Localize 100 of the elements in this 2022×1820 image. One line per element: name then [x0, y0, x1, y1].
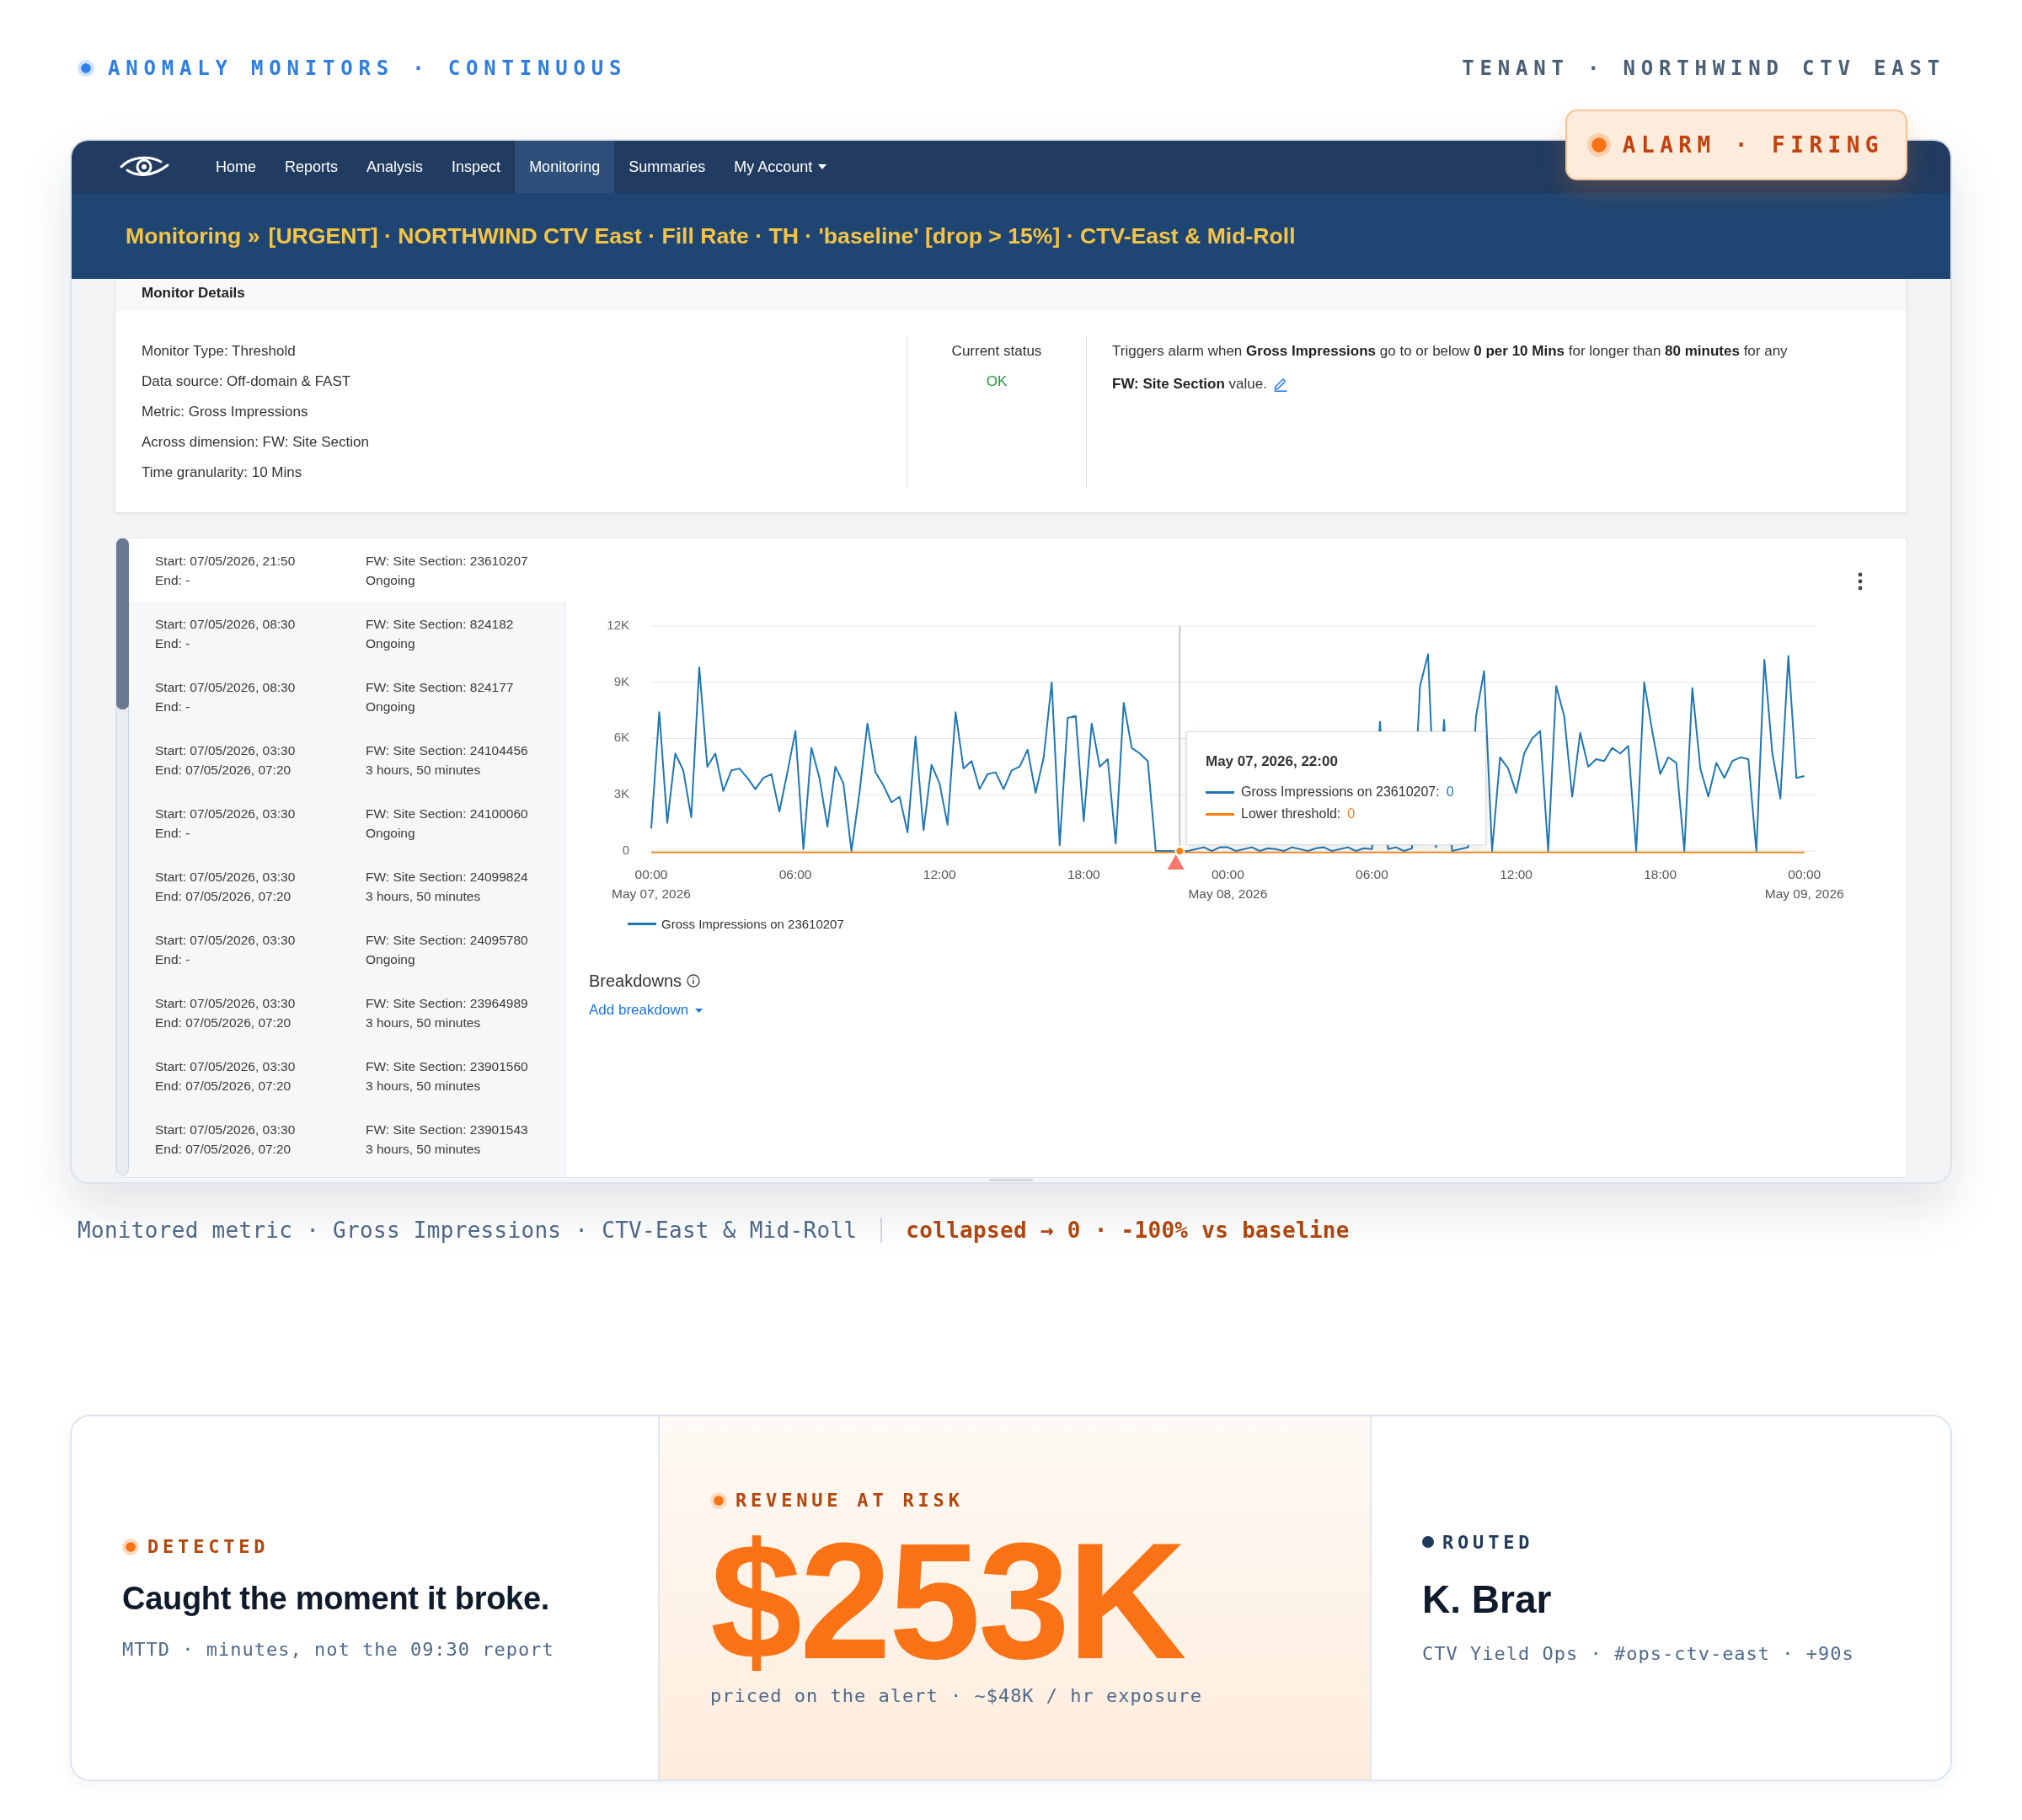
- incident-row[interactable]: Start: 07/05/2026, 03:30 End: - FW: Site Section: 24100060 Ongoing: [129, 791, 564, 854]
- property-text: Time granularity: 10 Mins: [142, 463, 302, 482]
- x-axis-label: 06:00: [1356, 867, 1388, 882]
- incident-row[interactable]: Start: 07/05/2026, 03:30 End: 07/05/2026, 07:20 FW: Site Section: 23901560 3 hours, 50 minutes: [129, 1044, 564, 1107]
- section-eyebrow: ANOMALY MONITORS · CONTINUOUS: [108, 56, 628, 80]
- incident-row[interactable]: Start: 07/05/2026, 08:30 End: - FW: Site Section: 824182 Ongoing: [129, 602, 564, 665]
- incident-duration: Ongoing: [366, 824, 415, 842]
- property-text: Monitor Type: Threshold: [142, 342, 296, 361]
- y-axis-label: 9K: [613, 673, 629, 688]
- nav-tab[interactable]: Analysis: [352, 141, 438, 193]
- incident-section: FW: Site Section: 824177: [366, 677, 514, 697]
- metric-caption: Monitored metric · Gross Impressions · CTV-East & Mid-Roll: [78, 1218, 858, 1243]
- nav-tab[interactable]: My Account: [719, 141, 842, 193]
- incident-end: End: 07/05/2026, 07:20: [155, 887, 292, 905]
- x-axis-date-label: May 09, 2026: [1764, 886, 1844, 902]
- x-axis-label: 06:00: [778, 867, 812, 882]
- incident-end: End: 07/05/2026, 07:20: [155, 1140, 292, 1158]
- x-axis-label: 18:00: [1644, 867, 1677, 882]
- headline: Caught the moment it broke.: [122, 1579, 550, 1618]
- incident-duration: Ongoing: [366, 634, 415, 652]
- x-axis-label: 18:00: [1067, 867, 1100, 882]
- x-axis-label: 12:00: [923, 867, 956, 882]
- incident-duration: Ongoing: [366, 571, 415, 589]
- property-text: Data source: Off-domain & FAST: [142, 372, 351, 391]
- x-axis-date-label: May 08, 2026: [1188, 886, 1268, 902]
- owner-name: K. Brar: [1422, 1576, 1552, 1622]
- incident-duration: Ongoing: [366, 698, 415, 715]
- status-label: Current status: [951, 342, 1042, 361]
- incident-section: FW: Site Section: 23901560: [366, 1056, 528, 1076]
- add-breakdown-button[interactable]: Add breakdown: [589, 1001, 703, 1020]
- y-axis-label: 0: [622, 842, 629, 857]
- incident-end: End: -: [155, 950, 190, 968]
- revenue-figure: $253K: [710, 1518, 1185, 1684]
- trigger-description: FW: Site Section value.: [1112, 376, 1267, 393]
- incident-start: Start: 07/05/2026, 03:30: [155, 1121, 296, 1138]
- incident-row[interactable]: Start: 07/05/2026, 03:30 End: 07/05/2026, 07:20 FW: Site Section: 24099824 3 hours, 50 minutes: [129, 854, 564, 918]
- scrollbar[interactable]: [116, 538, 129, 1175]
- incident-end: End: -: [155, 824, 190, 842]
- alarm-dot-icon: [1586, 133, 1611, 157]
- scrollbar-thumb[interactable]: [116, 538, 129, 709]
- incident-end: End: 07/05/2026, 07:20: [155, 1014, 292, 1031]
- tooltip-value: 0: [1347, 806, 1356, 822]
- incident-section: FW: Site Section: 23901543: [366, 1119, 528, 1139]
- incident-start: Start: 07/05/2026, 03:30: [155, 931, 296, 949]
- card-note: priced on the alert · ~$48K / hr exposure: [710, 1684, 1203, 1708]
- legend-label: Gross Impressions on 23610207: [661, 916, 844, 931]
- delta-caption: collapsed → 0 · -100% vs baseline: [906, 1218, 1350, 1243]
- incident-duration: 3 hours, 50 minutes: [366, 1014, 481, 1031]
- incident-section: FW: Site Section: 23610207: [366, 550, 528, 570]
- incident-section: FW: Site Section: 24099824: [366, 866, 528, 886]
- y-axis-label: 6K: [613, 730, 629, 745]
- nav-tab[interactable]: Inspect: [437, 141, 516, 193]
- incident-duration: 3 hours, 50 minutes: [366, 887, 481, 905]
- incident-start: Start: 07/05/2026, 03:30: [155, 805, 296, 822]
- incident-duration: 3 hours, 50 minutes: [366, 1077, 481, 1095]
- incident-row[interactable]: Start: 07/05/2026, 21:50 End: - FW: Site Section: 23610207 Ongoing: [129, 538, 565, 602]
- tenant-label: TENANT · NORTHWIND CTV EAST: [1462, 56, 1945, 80]
- x-axis-date-label: May 07, 2026: [612, 886, 691, 902]
- info-icon[interactable]: [687, 974, 701, 988]
- incident-start: Start: 07/05/2026, 03:30: [155, 741, 296, 759]
- tooltip-label: Lower threshold:: [1241, 806, 1341, 822]
- status-value: OK: [986, 372, 1008, 391]
- incident-start: Start: 07/05/2026, 08:30: [155, 678, 296, 696]
- incident-row[interactable]: Start: 07/05/2026, 03:30 End: 07/05/2026, 07:20 FW: Site Section: 23901543 3 hours, 50 minutes: [129, 1107, 564, 1170]
- y-axis-label: 3K: [613, 786, 629, 801]
- breadcrumb-link[interactable]: Monitoring »: [126, 222, 260, 249]
- more-menu-icon[interactable]: [1858, 572, 1863, 591]
- incident-start: Start: 07/05/2026, 03:30: [155, 1057, 296, 1075]
- trigger-description: Triggers alarm when Gross Impressions go to or below 0 per 10 Mins for longer than 80 minutes for any: [1112, 343, 1788, 360]
- nav-tab[interactable]: Home: [201, 141, 270, 193]
- incident-section: FW: Site Section: 24095780: [366, 929, 528, 950]
- edit-icon[interactable]: [1273, 377, 1287, 392]
- incident-row[interactable]: Start: 07/05/2026, 03:30 End: 07/05/2026, 07:20 FW: Site Section: 23964989 3 hours, 50 minutes: [129, 981, 564, 1044]
- x-axis-label: 12:00: [1500, 867, 1533, 882]
- card-label: DETECTED: [147, 1536, 270, 1557]
- x-axis-label: 00:00: [634, 867, 668, 882]
- nav-tab[interactable]: Summaries: [614, 141, 720, 193]
- caret-icon: [695, 1008, 703, 1013]
- nav-tab[interactable]: Reports: [270, 141, 353, 193]
- incident-section: FW: Site Section: 824182: [366, 613, 514, 634]
- incident-row[interactable]: Start: 07/05/2026, 08:30 End: - FW: Site Section: 824177 Ongoing: [129, 665, 564, 728]
- nav-tab[interactable]: Monitoring: [515, 141, 615, 193]
- incident-end: End: -: [155, 571, 190, 589]
- incident-end: End: -: [155, 698, 190, 715]
- incident-start: Start: 07/05/2026, 03:30: [155, 994, 296, 1012]
- x-axis-label: 00:00: [1211, 867, 1244, 882]
- tooltip-label: Gross Impressions on 23610207:: [1241, 784, 1440, 800]
- y-axis-label: 12K: [607, 617, 629, 632]
- card-note: MTTD · minutes, not the 09:30 report: [122, 1637, 554, 1662]
- card-label: ROUTED: [1442, 1531, 1534, 1553]
- page-title: [URGENT] · NORTHWIND CTV East · Fill Rate · TH · 'baseline' [drop > 15%] · CTV-East & Mid-Roll: [268, 222, 1296, 249]
- incident-row[interactable]: Start: 07/05/2026, 03:30 End: 07/05/2026, 07:20 FW: Site Section: 24104456 3 hours, 50 minutes: [129, 728, 564, 791]
- status-dot-icon: [78, 60, 94, 77]
- incident-duration: 3 hours, 50 minutes: [366, 1140, 481, 1158]
- incident-duration: 3 hours, 50 minutes: [366, 761, 481, 779]
- incident-section: FW: Site Section: 24104456: [366, 740, 528, 760]
- card-title: Monitor Details: [142, 285, 245, 302]
- incident-duration: Ongoing: [366, 950, 415, 968]
- incident-row[interactable]: Start: 07/05/2026, 03:30 End: - FW: Site Section: 24095780 Ongoing: [129, 918, 564, 981]
- card-note: CTV Yield Ops · #ops-ctv-east · +90s: [1422, 1642, 1854, 1666]
